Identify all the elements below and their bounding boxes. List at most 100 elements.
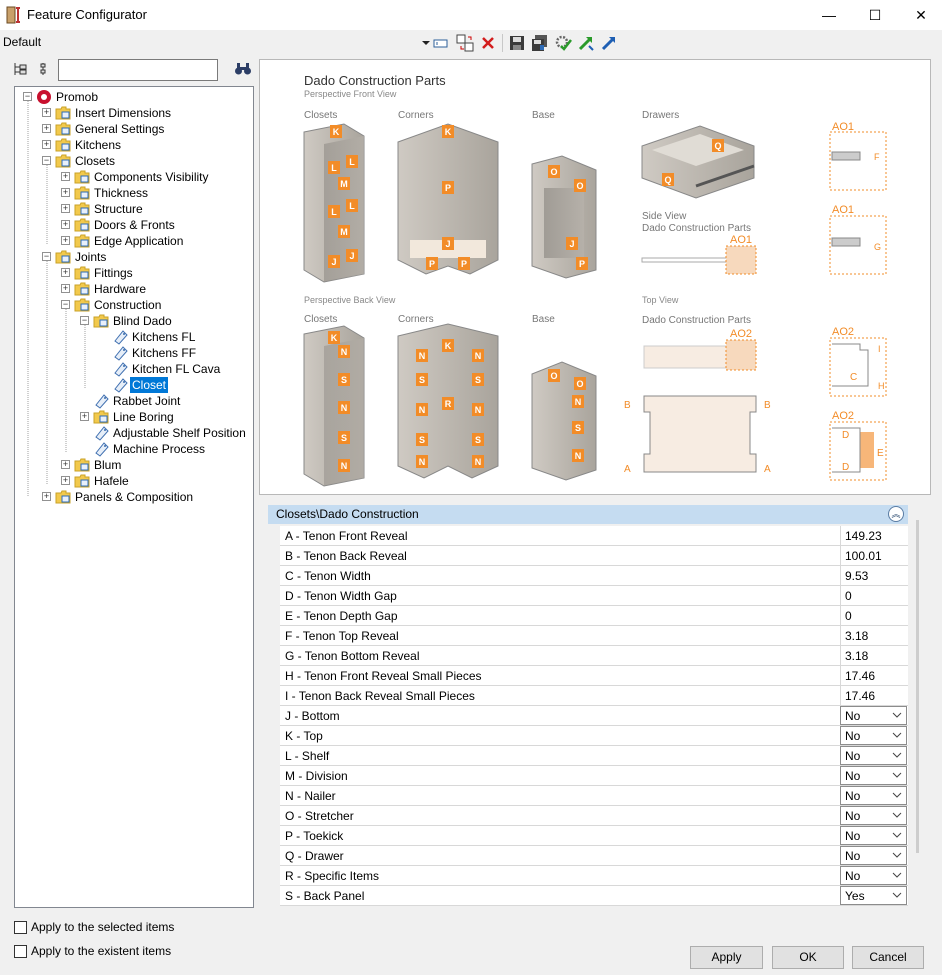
property-value-field[interactable]: 9.53: [840, 566, 907, 585]
tree-item[interactable]: + Line Boring: [15, 409, 253, 425]
property-select[interactable]: No: [840, 746, 907, 765]
tree-item-label: Structure: [94, 202, 143, 216]
property-select[interactable]: Yes: [840, 886, 907, 905]
find-button[interactable]: [234, 61, 252, 80]
expand-node-icon[interactable]: +: [61, 188, 70, 197]
grid-scrollbar[interactable]: [916, 520, 919, 853]
save-button[interactable]: [507, 33, 527, 53]
collapse-node-icon[interactable]: −: [42, 252, 51, 261]
tree-item[interactable]: + Insert Dimensions: [15, 105, 253, 121]
expand-node-icon[interactable]: +: [61, 268, 70, 277]
close-button[interactable]: ✕: [898, 0, 942, 30]
collapse-node-icon[interactable]: −: [23, 92, 32, 101]
tree-item[interactable]: + Panels & Composition: [15, 489, 253, 505]
apply-existent-checkbox[interactable]: [14, 945, 27, 958]
property-select[interactable]: No: [840, 846, 907, 865]
property-value-field[interactable]: 0: [840, 586, 907, 605]
collapse-all-button[interactable]: [38, 61, 50, 80]
tree-item-label: Blind Dado: [113, 314, 172, 328]
expand-node-icon[interactable]: +: [61, 284, 70, 293]
expand-node-icon[interactable]: +: [61, 236, 70, 245]
feature-tree[interactable]: − Promob + Insert Dimensions + General Settin…: [14, 86, 254, 908]
export-button[interactable]: [599, 33, 619, 53]
maximize-button[interactable]: ☐: [852, 0, 898, 30]
edit-field-button[interactable]: [431, 33, 451, 53]
expand-node-icon[interactable]: +: [61, 204, 70, 213]
tree-item[interactable]: + Edge Application: [15, 233, 253, 249]
tree-item[interactable]: − Closets: [15, 153, 253, 169]
property-value-field[interactable]: 100.01: [840, 546, 907, 565]
expand-node-icon[interactable]: +: [42, 140, 51, 149]
ao1-detail-label-2: AO1: [832, 204, 854, 216]
property-value-field[interactable]: 3.18: [840, 626, 907, 645]
tree-item[interactable]: + Thickness: [15, 185, 253, 201]
tree-item[interactable]: + General Settings: [15, 121, 253, 137]
delete-button[interactable]: [478, 33, 498, 53]
expand-node-icon[interactable]: +: [61, 460, 70, 469]
ok-button[interactable]: OK: [772, 946, 844, 969]
property-select[interactable]: No: [840, 806, 907, 825]
property-name: Q - Drawer: [285, 849, 344, 863]
tree-item[interactable]: − Construction: [15, 297, 253, 313]
tree-search-input[interactable]: [58, 59, 218, 81]
expand-node-icon[interactable]: +: [42, 124, 51, 133]
property-value-field[interactable]: 3.18: [840, 646, 907, 665]
tree-item[interactable]: + Doors & Fronts: [15, 217, 253, 233]
tree-item[interactable]: + Hardware: [15, 281, 253, 297]
tree-item[interactable]: Kitchens FL: [15, 329, 253, 345]
property-category-header[interactable]: Closets\Dado Construction ︽: [268, 505, 908, 524]
tree-item[interactable]: − Joints: [15, 249, 253, 265]
collapse-category-button[interactable]: ︽: [888, 506, 904, 522]
tree-item[interactable]: + Blum: [15, 457, 253, 473]
transfer-button[interactable]: [455, 33, 475, 53]
svg-text:Q: Q: [664, 175, 671, 185]
collapse-node-icon[interactable]: −: [61, 300, 70, 309]
tree-item[interactable]: − Promob: [15, 89, 253, 105]
property-name: S - Back Panel: [285, 889, 365, 903]
tree-item[interactable]: + Components Visibility: [15, 169, 253, 185]
property-select[interactable]: No: [840, 826, 907, 845]
property-select[interactable]: No: [840, 706, 907, 725]
import-button[interactable]: [576, 33, 596, 53]
property-value-field[interactable]: 17.46: [840, 666, 907, 685]
tree-item[interactable]: Kitchen FL Cava: [15, 361, 253, 377]
svg-text:P: P: [429, 259, 435, 269]
expand-node-icon[interactable]: +: [61, 476, 70, 485]
property-value-field[interactable]: 0: [840, 606, 907, 625]
tree-item[interactable]: Adjustable Shelf Position: [15, 425, 253, 441]
expand-node-icon[interactable]: +: [61, 220, 70, 229]
settings-check-button[interactable]: [553, 33, 573, 53]
cancel-button[interactable]: Cancel: [852, 946, 924, 969]
front-corner-drawing: [397, 123, 499, 275]
property-select[interactable]: No: [840, 766, 907, 785]
property-select[interactable]: No: [840, 866, 907, 885]
tree-item[interactable]: + Structure: [15, 201, 253, 217]
tree-item[interactable]: Closet: [15, 377, 253, 393]
collapse-node-icon[interactable]: −: [42, 156, 51, 165]
tree-item[interactable]: + Fittings: [15, 265, 253, 281]
expand-node-icon[interactable]: +: [80, 412, 89, 421]
expand-all-button[interactable]: [12, 61, 28, 80]
property-value-field[interactable]: 149.23: [840, 526, 907, 545]
tree-item[interactable]: + Kitchens: [15, 137, 253, 153]
apply-selected-checkbox[interactable]: [14, 921, 27, 934]
apply-button[interactable]: Apply: [690, 946, 763, 969]
property-select[interactable]: No: [840, 786, 907, 805]
property-select[interactable]: No: [840, 726, 907, 745]
collapse-node-icon[interactable]: −: [80, 316, 89, 325]
expand-node-icon[interactable]: +: [61, 172, 70, 181]
save-all-button[interactable]: [530, 33, 550, 53]
tree-item[interactable]: + Hafele: [15, 473, 253, 489]
expand-node-icon[interactable]: +: [42, 492, 51, 501]
minimize-button[interactable]: —: [806, 0, 852, 30]
property-value-field[interactable]: 17.46: [840, 686, 907, 705]
part-badge-q: Q: [712, 139, 724, 152]
property-select-value: No: [845, 789, 861, 803]
tree-item-label: Line Boring: [113, 410, 174, 424]
tree-item[interactable]: Rabbet Joint: [15, 393, 253, 409]
expand-node-icon[interactable]: +: [42, 108, 51, 117]
tree-item[interactable]: − Blind Dado: [15, 313, 253, 329]
tree-item[interactable]: Machine Process: [15, 441, 253, 457]
tree-item[interactable]: Kitchens FF: [15, 345, 253, 361]
part-badge-l: L: [346, 155, 358, 168]
